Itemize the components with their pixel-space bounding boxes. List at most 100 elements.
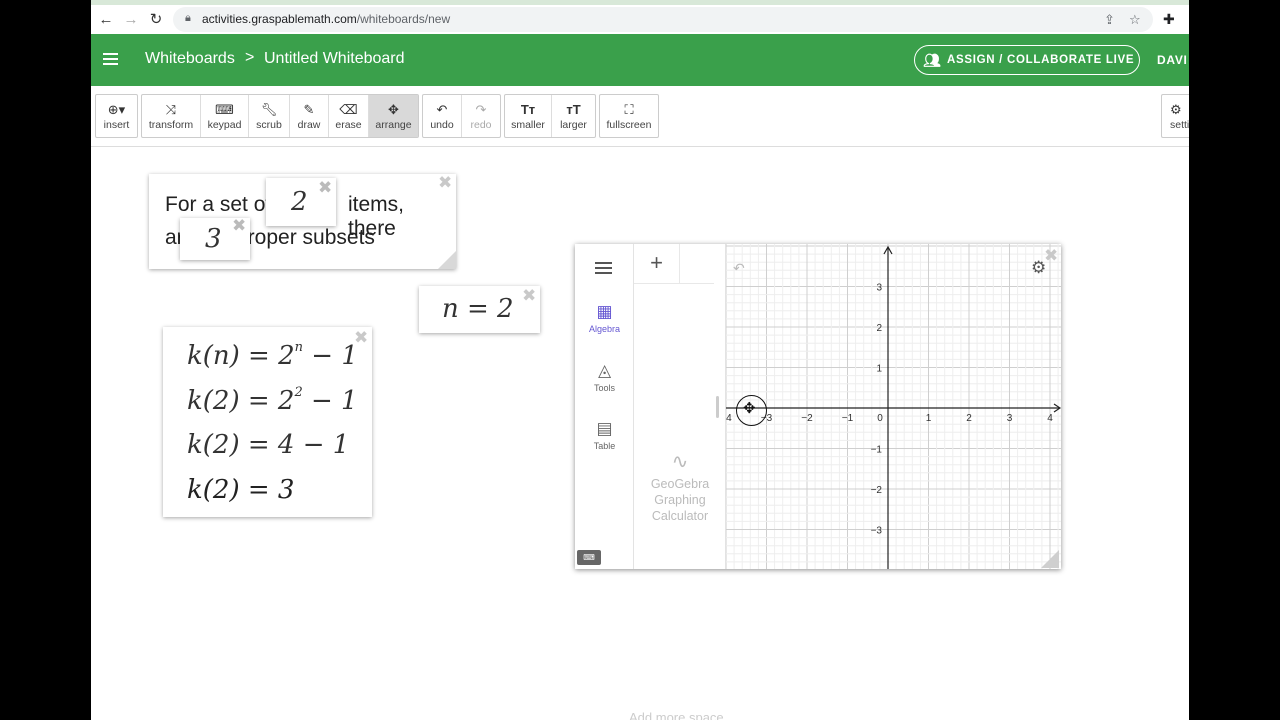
fullscreen-label: fullscreen bbox=[606, 119, 652, 131]
tools-label: Tools bbox=[593, 383, 615, 393]
arrange-button[interactable]: ✥ arrange bbox=[369, 95, 418, 137]
redo-button[interactable]: ↷ redo bbox=[462, 95, 500, 137]
group-icon: 👥︎ bbox=[923, 52, 941, 68]
redo-icon: ↷ bbox=[475, 102, 487, 117]
logo-line-2: Graphing bbox=[654, 493, 706, 507]
y-tick-label: 1 bbox=[876, 364, 882, 375]
n-value-expression: n = 2 bbox=[442, 294, 514, 324]
text-smaller-icon: Tт bbox=[520, 102, 536, 117]
close-icon[interactable]: ✖ bbox=[522, 287, 536, 304]
erase-label: erase bbox=[335, 119, 362, 131]
draw-button[interactable]: ✎ draw bbox=[290, 95, 329, 137]
close-icon[interactable]: ✖ bbox=[232, 217, 246, 234]
resize-handle-icon[interactable] bbox=[1041, 550, 1059, 568]
y-tick-label: 3 bbox=[876, 283, 882, 294]
geogebra-sidebar: ▦ Algebra ◬ Tools ▤ Table ⌨ bbox=[575, 244, 634, 569]
close-icon[interactable]: ✖ bbox=[1044, 246, 1058, 266]
redo-label: redo bbox=[470, 119, 492, 131]
x-tick-label: 3 bbox=[1007, 413, 1013, 424]
insert-button[interactable]: ⊕▾ insert bbox=[96, 95, 137, 137]
sentence-card[interactable]: For a set of items, there are proper sub… bbox=[149, 174, 456, 269]
arrange-label: arrange bbox=[375, 119, 412, 131]
url-text[interactable]: activities.graspablemath.com/whiteboards… bbox=[202, 12, 450, 26]
sidebar-item-table[interactable]: ▤ Table bbox=[575, 419, 634, 451]
history-group: ↶ undo ↷ redo bbox=[422, 94, 501, 138]
back-icon[interactable]: ← bbox=[95, 10, 117, 30]
graphing-view[interactable]: −4−3−2−101234321−1−2−3 bbox=[726, 244, 1061, 569]
forward-icon[interactable]: → bbox=[120, 10, 142, 30]
transform-button[interactable]: ⤨ transform bbox=[142, 95, 201, 137]
table-label: Table bbox=[593, 441, 616, 451]
keypad-button[interactable]: ⌨ keypad bbox=[201, 95, 249, 137]
lock-icon: 🔒︎ bbox=[185, 12, 191, 24]
y-tick-label: −2 bbox=[871, 485, 883, 496]
move-icon: ✥ bbox=[388, 102, 399, 117]
reload-icon[interactable]: ↻ bbox=[145, 10, 167, 30]
menu-icon[interactable] bbox=[595, 262, 612, 274]
sidebar-item-tools[interactable]: ◬ Tools bbox=[575, 361, 634, 393]
breadcrumb-current-title[interactable]: Untitled Whiteboard bbox=[264, 50, 405, 68]
item-count-value: 2 bbox=[291, 187, 308, 217]
undo-icon[interactable]: ↶ bbox=[733, 260, 745, 277]
settings-button[interactable]: ⚙ setti bbox=[1162, 95, 1189, 137]
user-menu[interactable]: DAVI bbox=[1157, 53, 1188, 67]
keypad-label: keypad bbox=[207, 119, 242, 131]
add-input-button[interactable]: + bbox=[634, 244, 680, 284]
close-icon[interactable]: ✖ bbox=[318, 179, 332, 196]
insert-group: ⊕▾ insert bbox=[95, 94, 138, 138]
close-icon[interactable]: ✖ bbox=[438, 174, 452, 191]
scrub-button[interactable]: 🔧︎ scrub bbox=[249, 95, 290, 137]
assign-label: ASSIGN / COLLABORATE LIVE bbox=[947, 54, 1135, 66]
undo-label: undo bbox=[430, 119, 454, 131]
logo-line-1: GeoGebra bbox=[650, 477, 710, 491]
fullscreen-icon: ⛶ bbox=[624, 102, 634, 117]
sentence-part1: For a set of bbox=[165, 193, 272, 216]
insert-label: insert bbox=[103, 119, 130, 131]
draw-label: draw bbox=[297, 119, 321, 131]
subset-count-value: 3 bbox=[205, 224, 222, 254]
move-cursor-icon: ✥ bbox=[743, 400, 756, 417]
breadcrumb-separator: > bbox=[245, 49, 255, 66]
geogebra-calculator[interactable]: ▦ Algebra ◬ Tools ▤ Table ⌨ + ∿ GeoGebra… bbox=[575, 244, 1061, 569]
item-count-box[interactable]: 2 ✖ bbox=[266, 178, 336, 226]
sidebar-item-algebra[interactable]: ▦ Algebra bbox=[575, 302, 634, 334]
equation-line-1: k(n) = 2n − 1 bbox=[187, 340, 358, 371]
y-tick-label: 2 bbox=[876, 323, 882, 334]
subset-count-box[interactable]: 3 ✖ bbox=[180, 217, 250, 260]
undo-icon: ↶ bbox=[436, 102, 448, 117]
equation-card[interactable]: k(n) = 2n − 1 k(2) = 22 − 1 k(2) = 4 − 1… bbox=[163, 327, 372, 517]
fullscreen-button[interactable]: ⛶ fullscreen bbox=[600, 95, 658, 137]
smaller-button[interactable]: Tт smaller bbox=[505, 95, 552, 137]
resize-handle-icon[interactable] bbox=[438, 251, 456, 269]
larger-label: larger bbox=[560, 119, 587, 131]
breadcrumb-whiteboards[interactable]: Whiteboards bbox=[145, 50, 235, 68]
puzzle-icon[interactable]: ✚ bbox=[1163, 11, 1175, 28]
table-icon: ▤ bbox=[596, 419, 613, 438]
erase-button[interactable]: ⌫ erase bbox=[329, 95, 369, 137]
pencil-icon: ✎ bbox=[303, 102, 315, 117]
split-handle[interactable] bbox=[716, 396, 719, 418]
close-icon[interactable]: ✖ bbox=[354, 329, 368, 346]
algebra-view[interactable]: + ∿ GeoGebra Graphing Calculator bbox=[634, 244, 726, 569]
add-circle-icon: ⊕▾ bbox=[107, 102, 126, 117]
settings-group: ⚙ setti bbox=[1161, 94, 1189, 138]
assign-collaborate-button[interactable]: 👥︎ ASSIGN / COLLABORATE LIVE bbox=[914, 45, 1140, 75]
x-tick-label: 2 bbox=[966, 413, 972, 424]
equation-line-3: k(2) = 4 − 1 bbox=[187, 430, 350, 460]
x-tick-label: −1 bbox=[842, 413, 854, 424]
n-value-card[interactable]: n = 2 ✖ bbox=[419, 286, 540, 333]
star-icon[interactable]: ☆ bbox=[1129, 12, 1141, 28]
keyboard-icon[interactable]: ⌨ bbox=[577, 550, 601, 565]
share-icon[interactable]: ⇪ bbox=[1104, 12, 1115, 28]
x-tick-label: −4 bbox=[726, 413, 732, 424]
algebra-divider bbox=[680, 283, 714, 284]
settings-label: setti bbox=[1170, 119, 1189, 131]
algebra-label: Algebra bbox=[588, 324, 621, 334]
transform-label: transform bbox=[148, 119, 194, 131]
larger-button[interactable]: тT larger bbox=[552, 95, 595, 137]
address-bar[interactable]: 🔒︎ activities.graspablemath.com/whiteboa… bbox=[173, 7, 1153, 32]
x-tick-label: 4 bbox=[1047, 413, 1053, 424]
add-more-space-button[interactable]: Add more space bbox=[629, 710, 724, 720]
menu-icon[interactable] bbox=[103, 53, 118, 65]
undo-button[interactable]: ↶ undo bbox=[423, 95, 462, 137]
